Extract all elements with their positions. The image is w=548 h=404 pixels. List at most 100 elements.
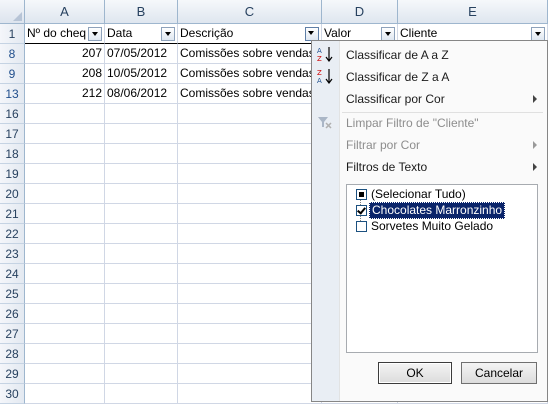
row-header[interactable]: 17 [0,124,25,144]
list-item-sorvetes[interactable]: Sorvetes Muito Gelado [371,219,493,234]
table-cell[interactable] [105,304,178,324]
row-header[interactable]: 24 [0,264,25,284]
table-cell[interactable] [25,324,105,344]
row-header[interactable]: 13 [0,84,25,104]
row-header[interactable]: 21 [0,204,25,224]
filter-dropdown-icon[interactable] [88,27,102,41]
row-header[interactable]: 28 [0,344,25,364]
table-cell[interactable]: 08/06/2012 [105,84,178,104]
header-cell-data[interactable]: Data [105,24,178,44]
filter-dropdown-icon[interactable] [381,27,395,41]
table-cell[interactable]: Comissões sobre vendas [178,84,322,104]
menu-item-sort-az[interactable]: Classificar de A a Z [346,45,449,65]
row-header[interactable]: 20 [0,184,25,204]
table-cell[interactable]: 207 [25,44,105,64]
row-header[interactable]: 16 [0,104,25,124]
table-cell[interactable] [178,224,322,244]
table-cell[interactable] [178,384,322,404]
table-cell[interactable] [178,284,322,304]
row-header[interactable]: 22 [0,224,25,244]
table-cell[interactable] [105,124,178,144]
table-cell[interactable] [105,144,178,164]
table-cell[interactable] [178,364,322,384]
header-cell-cheque[interactable]: Nº do cheq [25,24,105,44]
table-cell[interactable] [178,244,322,264]
table-cell[interactable] [25,364,105,384]
table-cell[interactable] [178,104,322,124]
checkbox-chocolates[interactable] [356,205,367,216]
table-cell[interactable] [178,304,322,324]
table-cell[interactable]: 208 [25,64,105,84]
table-cell[interactable] [105,384,178,404]
table-cell[interactable] [105,224,178,244]
cancel-button[interactable]: Cancelar [461,362,537,384]
table-cell[interactable] [178,144,322,164]
table-cell[interactable] [178,344,322,364]
table-cell[interactable] [25,164,105,184]
table-cell[interactable] [25,124,105,144]
table-cell[interactable] [178,264,322,284]
select-all-corner[interactable] [0,0,25,24]
table-cell[interactable] [178,204,322,224]
table-cell[interactable] [178,324,322,344]
table-cell[interactable]: Comissões sobre vendas [178,44,322,64]
filter-dropdown-icon[interactable] [531,27,545,41]
row-header[interactable]: 19 [0,164,25,184]
table-cell[interactable] [105,244,178,264]
list-item-chocolates[interactable]: Chocolates Marronzinho [369,202,506,219]
table-cell[interactable] [25,244,105,264]
table-cell[interactable] [105,264,178,284]
column-header-c[interactable]: C [178,0,322,24]
row-header[interactable]: 8 [0,44,25,64]
menu-item-sort-za[interactable]: Classificar de Z a A [346,67,449,87]
table-cell[interactable] [25,304,105,324]
table-cell[interactable] [25,344,105,364]
menu-item-filter-by-color[interactable]: Filtrar por Cor [346,135,420,155]
row-header[interactable]: 27 [0,324,25,344]
table-cell[interactable] [25,284,105,304]
table-cell[interactable] [105,344,178,364]
column-header-e[interactable]: E [398,0,548,24]
table-cell[interactable]: 07/05/2012 [105,44,178,64]
filter-dropdown-icon[interactable] [161,27,175,41]
table-cell[interactable] [105,284,178,304]
table-cell[interactable] [25,144,105,164]
row-header[interactable]: 30 [0,384,25,404]
row-header[interactable]: 23 [0,244,25,264]
table-cell[interactable] [25,384,105,404]
table-cell[interactable] [105,164,178,184]
ok-button[interactable]: OK [378,362,452,384]
table-cell[interactable]: Comissões sobre vendas [178,64,322,84]
row-header[interactable]: 18 [0,144,25,164]
table-cell[interactable] [25,264,105,284]
checkbox-select-all[interactable] [356,189,367,200]
filter-values-list[interactable]: (Selecionar Tudo) Chocolates Marronzinho… [346,184,538,353]
row-header[interactable]: 29 [0,364,25,384]
table-cell[interactable] [178,184,322,204]
menu-item-text-filters[interactable]: Filtros de Texto [346,157,427,177]
menu-item-sort-by-color[interactable]: Classificar por Cor [346,89,445,109]
table-cell[interactable] [25,104,105,124]
row-header[interactable]: 25 [0,284,25,304]
row-header[interactable]: 26 [0,304,25,324]
table-cell[interactable] [178,164,322,184]
table-cell[interactable]: 212 [25,84,105,104]
checkbox-sorvetes[interactable] [356,221,367,232]
table-cell[interactable] [105,104,178,124]
header-cell-descricao[interactable]: Descrição [178,24,322,44]
row-header[interactable]: 9 [0,64,25,84]
table-cell[interactable] [25,204,105,224]
column-header-a[interactable]: A [25,0,105,24]
table-cell[interactable] [105,324,178,344]
menu-item-clear-filter[interactable]: Limpar Filtro de "Cliente" [346,113,479,133]
table-cell[interactable] [25,224,105,244]
list-item-select-all[interactable]: (Selecionar Tudo) [371,187,466,202]
row-header[interactable]: 1 [0,24,25,44]
column-header-d[interactable]: D [322,0,398,24]
filter-active-icon[interactable] [305,27,319,41]
table-cell[interactable] [178,124,322,144]
table-cell[interactable] [105,364,178,384]
table-cell[interactable] [25,184,105,204]
table-cell[interactable]: 10/05/2012 [105,64,178,84]
table-cell[interactable] [105,204,178,224]
